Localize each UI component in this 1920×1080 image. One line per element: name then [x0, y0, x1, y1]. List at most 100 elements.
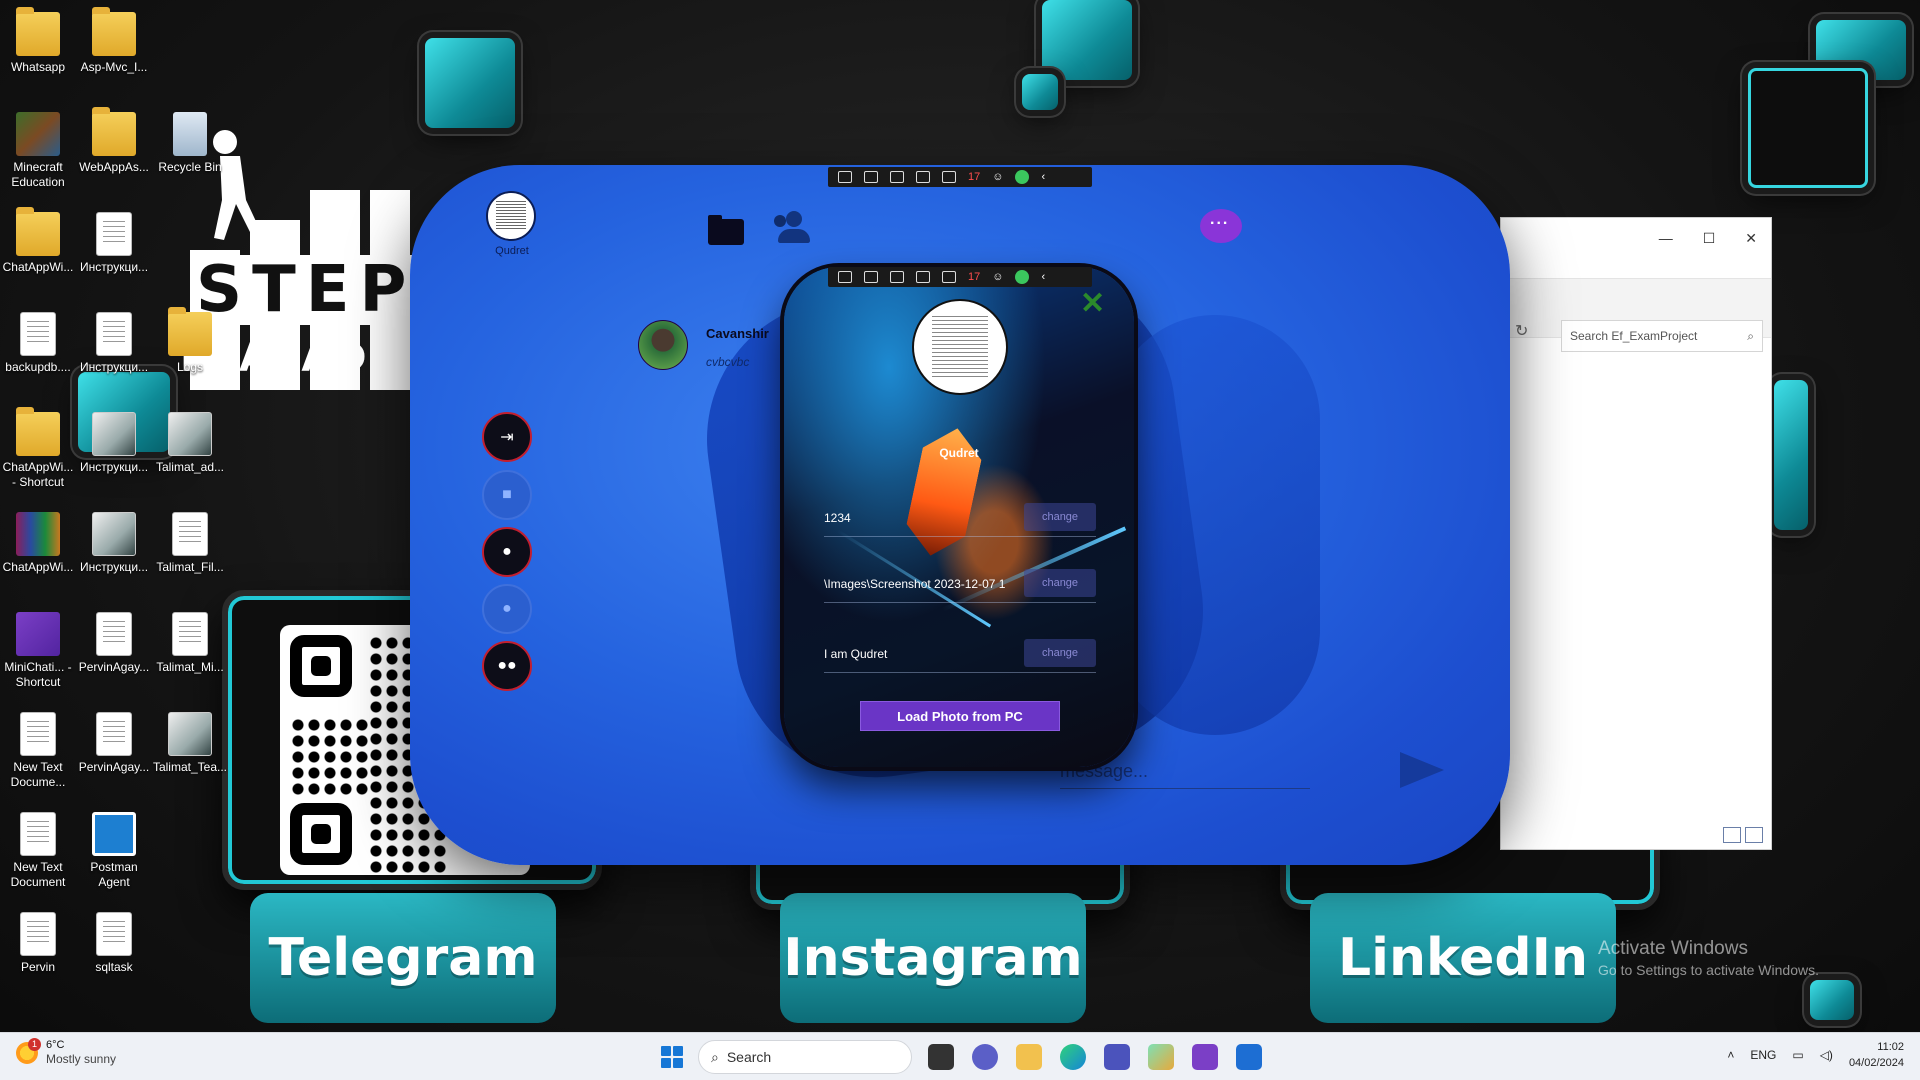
profile-modal: ✕ Qudret 1234 change \Images\Screenshot … [784, 267, 1134, 767]
desktop-icon[interactable]: Whatsapp [0, 7, 76, 75]
folder-icon[interactable] [708, 213, 744, 245]
explorer-search-input[interactable]: Search Ef_ExamProject ⌕ [1561, 320, 1763, 352]
edge-icon[interactable] [1060, 1044, 1086, 1070]
cursor-icon[interactable] [890, 271, 904, 283]
taskbar-search[interactable]: ⌕ Search [698, 1040, 912, 1074]
group-icon: ●● [497, 657, 517, 674]
desktop-icon[interactable]: Logs [152, 307, 228, 375]
maximize-button[interactable]: ☐ [1703, 230, 1716, 247]
desktop-icon[interactable]: Recycle Bin [152, 112, 228, 175]
desktop-icon[interactable]: New Text Docume... [0, 712, 76, 790]
desktop-icon[interactable]: Postman Agent [76, 812, 152, 890]
desktop-icon[interactable]: sqltask [76, 912, 152, 975]
clock[interactable]: 11:02 04/02/2024 [1849, 1039, 1904, 1071]
network-icon[interactable]: ▭ [1792, 1048, 1803, 1062]
desktop-icon[interactable]: Talimat_Tea... [152, 712, 228, 775]
password-value[interactable]: 1234 [824, 511, 1014, 525]
cursor-icon[interactable] [890, 171, 904, 183]
desktop-icon-label: Инструкци... [79, 560, 149, 574]
desktop-icon[interactable]: Инструкци... [76, 512, 152, 575]
app-window-icon[interactable] [1236, 1044, 1262, 1070]
video-icon[interactable] [864, 171, 878, 183]
start-button[interactable] [661, 1046, 683, 1068]
visual-studio-icon[interactable] [1192, 1044, 1218, 1070]
file-explorer-icon[interactable] [1016, 1044, 1042, 1070]
document-icon [96, 212, 132, 256]
desktop-icon[interactable]: Minecraft Education [0, 112, 76, 190]
desktop-icon[interactable]: MiniChati... - Shortcut [0, 612, 76, 690]
desktop-icon[interactable]: backupdb.... [0, 312, 76, 375]
desktop-icon[interactable]: Инструкци... [76, 312, 152, 375]
weather-widget[interactable]: 1 6°C Mostly sunny [16, 1037, 116, 1066]
collapse-icon[interactable]: ‹ [1041, 171, 1045, 183]
minimize-button[interactable]: — [1659, 230, 1673, 246]
region-icon[interactable] [942, 271, 956, 283]
desktop-icon[interactable]: PervinAgay... [76, 712, 152, 775]
screenshot-icon[interactable] [838, 171, 852, 183]
desktop-icon[interactable]: PervinAgay... [76, 612, 152, 675]
profile-name: Qudret [939, 446, 979, 460]
taskbar-search-label: Search [726, 1049, 772, 1065]
close-button[interactable]: ✕ [1745, 230, 1757, 247]
chats-button[interactable]: ● [482, 584, 532, 634]
video-icon[interactable] [864, 271, 878, 283]
check-icon[interactable] [1015, 270, 1030, 284]
desktop-icon[interactable]: Talimat_ad... [152, 412, 228, 475]
desktop-icon[interactable]: ChatAppWi... [0, 512, 76, 575]
photo-path-value[interactable]: \Images\Screenshot 2023-12-07 1 [824, 577, 1014, 591]
language-indicator[interactable]: ENG [1750, 1048, 1776, 1062]
collapse-icon[interactable]: ‹ [1041, 271, 1045, 283]
teams-icon[interactable] [1104, 1044, 1130, 1070]
profile-avatar[interactable] [912, 299, 1008, 395]
desktop-icon[interactable]: Asp-Mvc_I... [76, 7, 152, 75]
folder-shortcut-icon [16, 407, 60, 456]
desktop-icon[interactable]: WebAppAs... [76, 107, 152, 175]
change-photo-button[interactable]: change [1024, 569, 1096, 597]
groups-button[interactable]: ●● [482, 641, 532, 691]
check-icon[interactable] [1015, 170, 1030, 184]
volume-icon[interactable]: ◁) [1820, 1048, 1833, 1062]
screenshot-icon[interactable] [838, 271, 852, 283]
desktop-icon[interactable]: Pervin [0, 912, 76, 975]
region-icon[interactable] [942, 171, 956, 183]
accessibility-icon[interactable]: ☺ [992, 271, 1003, 283]
tiles-view-icon[interactable] [1745, 827, 1763, 843]
desktop-icon[interactable]: New Text Document [0, 812, 76, 890]
bio-value[interactable]: I am Qudret [824, 647, 1014, 661]
chat-bubble-icon[interactable] [1200, 209, 1242, 243]
change-password-button[interactable]: change [1024, 503, 1096, 531]
desktop-icon-label: Инструкци... [79, 460, 149, 474]
teams-chat-icon[interactable] [972, 1044, 998, 1070]
desktop-icon-label: Minecraft Education [11, 160, 65, 189]
send-icon[interactable] [1400, 752, 1444, 788]
desktop-icon[interactable]: Инструкци... [76, 412, 152, 475]
my-avatar[interactable] [486, 191, 536, 241]
refresh-icon[interactable]: ↻ [1515, 321, 1535, 341]
accessibility-icon[interactable]: ☺ [992, 171, 1003, 183]
change-bio-button[interactable]: change [1024, 639, 1096, 667]
logout-button[interactable]: ⇥ [482, 412, 532, 462]
users-icon[interactable] [774, 211, 810, 243]
desktop-icon[interactable]: Talimat_Fil... [152, 512, 228, 575]
desktop-icon[interactable]: Talimat_Mi... [152, 612, 228, 675]
window-icon[interactable] [916, 171, 930, 183]
image-icon [168, 412, 212, 456]
file-icon [96, 712, 132, 756]
window-icon[interactable] [916, 271, 930, 283]
clock-date: 04/02/2024 [1848, 1057, 1904, 1069]
file-explorer-window[interactable]: — ☐ ✕ ↻ Search Ef_ExamProject ⌕ [1500, 217, 1772, 850]
details-view-icon[interactable] [1723, 827, 1741, 843]
chevron-up-icon[interactable]: ˄ [1727, 1048, 1734, 1062]
desktop-icon-label: Asp-Mvc_I... [80, 60, 148, 74]
task-view-icon[interactable] [928, 1044, 954, 1070]
screen-tool-icon[interactable] [1148, 1044, 1174, 1070]
wallpaper-tile [1774, 380, 1808, 530]
desktop-icon[interactable]: ChatAppWi... [0, 207, 76, 275]
desktop-icon[interactable]: ChatAppWi... - Shortcut [0, 407, 76, 490]
load-photo-button[interactable]: Load Photo from PC [860, 701, 1060, 731]
close-icon[interactable]: ✕ [1080, 289, 1105, 319]
delete-button[interactable]: ■ [482, 470, 532, 520]
desktop-icon[interactable]: Инструкци... [76, 212, 152, 275]
file-icon [20, 912, 56, 956]
profile-button[interactable]: ● [482, 527, 532, 577]
